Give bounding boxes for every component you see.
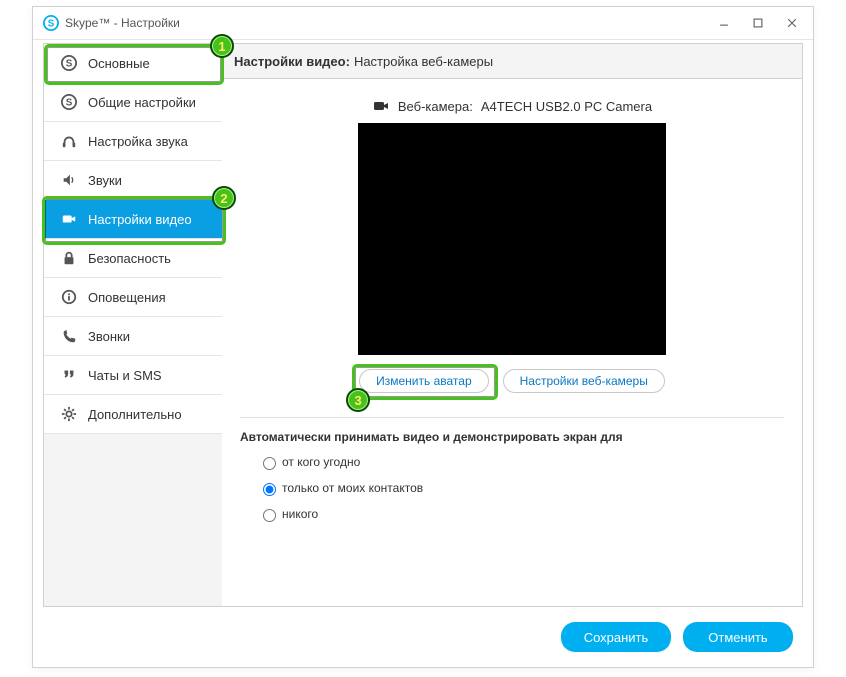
camera-preview bbox=[358, 123, 666, 355]
sidebar-item-audio[interactable]: Настройка звука bbox=[44, 122, 222, 161]
phone-icon bbox=[60, 327, 78, 345]
header-bold: Настройки видео: bbox=[234, 54, 350, 69]
sidebar: Основные Общие настройки Настройка звука Зв… bbox=[44, 44, 222, 606]
cancel-button[interactable]: Отменить bbox=[683, 622, 793, 652]
quote-icon bbox=[60, 366, 78, 384]
radio-input-anyone[interactable] bbox=[263, 457, 276, 470]
speaker-icon bbox=[60, 171, 78, 189]
maximize-button[interactable] bbox=[741, 11, 775, 35]
annotation-badge-2: 2 bbox=[212, 186, 236, 210]
sidebar-item-label: Звонки bbox=[88, 329, 130, 344]
radio-label: от кого угодно bbox=[282, 455, 360, 469]
gear-icon bbox=[60, 405, 78, 423]
titlebar: Skype™ - Настройки bbox=[33, 7, 813, 40]
sidebar-item-label: Настройка звука bbox=[88, 134, 188, 149]
info-icon bbox=[60, 288, 78, 306]
sidebar-item-calls[interactable]: Звонки bbox=[44, 317, 222, 356]
skype-icon bbox=[60, 54, 78, 72]
radio-label: никого bbox=[282, 507, 318, 521]
headset-icon bbox=[60, 132, 78, 150]
sidebar-item-sounds[interactable]: Звуки bbox=[44, 161, 222, 200]
sidebar-item-notifications[interactable]: Оповещения bbox=[44, 278, 222, 317]
sidebar-item-label: Безопасность bbox=[88, 251, 171, 266]
radio-nobody[interactable]: никого bbox=[258, 506, 784, 522]
radio-input-nobody[interactable] bbox=[263, 509, 276, 522]
close-button[interactable] bbox=[775, 11, 809, 35]
skype-icon bbox=[60, 93, 78, 111]
sidebar-item-common[interactable]: Общие настройки bbox=[44, 83, 222, 122]
sidebar-item-chats[interactable]: Чаты и SMS bbox=[44, 356, 222, 395]
content-header: Настройки видео: Настройка веб-камеры bbox=[222, 44, 802, 79]
camera-row: Веб-камера: A4TECH USB2.0 PC Camera bbox=[240, 97, 784, 115]
lock-icon bbox=[60, 249, 78, 267]
sidebar-item-advanced[interactable]: Дополнительно bbox=[44, 395, 222, 434]
minimize-button[interactable] bbox=[707, 11, 741, 35]
sidebar-item-label: Основные bbox=[88, 56, 150, 71]
annotation-badge-3: 3 bbox=[346, 388, 370, 412]
auto-accept-label: Автоматически принимать видео и демонстр… bbox=[240, 430, 784, 444]
settings-window: Skype™ - Настройки Основные Общие настрой… bbox=[32, 6, 814, 668]
radio-label: только от моих контактов bbox=[282, 481, 423, 495]
content-pane: Настройки видео: Настройка веб-камеры Ве… bbox=[222, 44, 802, 606]
sidebar-item-label: Настройки видео bbox=[88, 212, 192, 227]
window-title: Skype™ - Настройки bbox=[65, 16, 180, 30]
radio-input-contacts[interactable] bbox=[263, 483, 276, 496]
annotation-badge-1: 1 bbox=[210, 34, 234, 58]
camera-value: A4TECH USB2.0 PC Camera bbox=[481, 99, 652, 114]
change-avatar-button[interactable]: Изменить аватар bbox=[359, 369, 489, 393]
save-button[interactable]: Сохранить bbox=[561, 622, 671, 652]
sidebar-item-label: Чаты и SMS bbox=[88, 368, 162, 383]
webcam-settings-button[interactable]: Настройки веб-камеры bbox=[503, 369, 665, 393]
skype-icon bbox=[43, 15, 59, 31]
sidebar-item-security[interactable]: Безопасность bbox=[44, 239, 222, 278]
sidebar-item-label: Оповещения bbox=[88, 290, 166, 305]
camera-button-row: Изменить аватар Настройки веб-камеры bbox=[240, 369, 784, 393]
sidebar-item-video[interactable]: Настройки видео bbox=[44, 200, 222, 239]
camera-label: Веб-камера: bbox=[398, 99, 473, 114]
sidebar-item-label: Общие настройки bbox=[88, 95, 196, 110]
sidebar-item-label: Звуки bbox=[88, 173, 122, 188]
header-rest: Настройка веб-камеры bbox=[354, 54, 493, 69]
camera-icon bbox=[372, 97, 390, 115]
divider bbox=[240, 417, 784, 418]
radio-anyone[interactable]: от кого угодно bbox=[258, 454, 784, 470]
radio-contacts[interactable]: только от моих контактов bbox=[258, 480, 784, 496]
sidebar-item-general[interactable]: Основные bbox=[44, 44, 222, 83]
camera-icon bbox=[60, 210, 78, 228]
content-body: Веб-камера: A4TECH USB2.0 PC Camera Изме… bbox=[222, 79, 802, 606]
footer: Сохранить Отменить bbox=[43, 617, 803, 657]
sidebar-item-label: Дополнительно bbox=[88, 407, 182, 422]
